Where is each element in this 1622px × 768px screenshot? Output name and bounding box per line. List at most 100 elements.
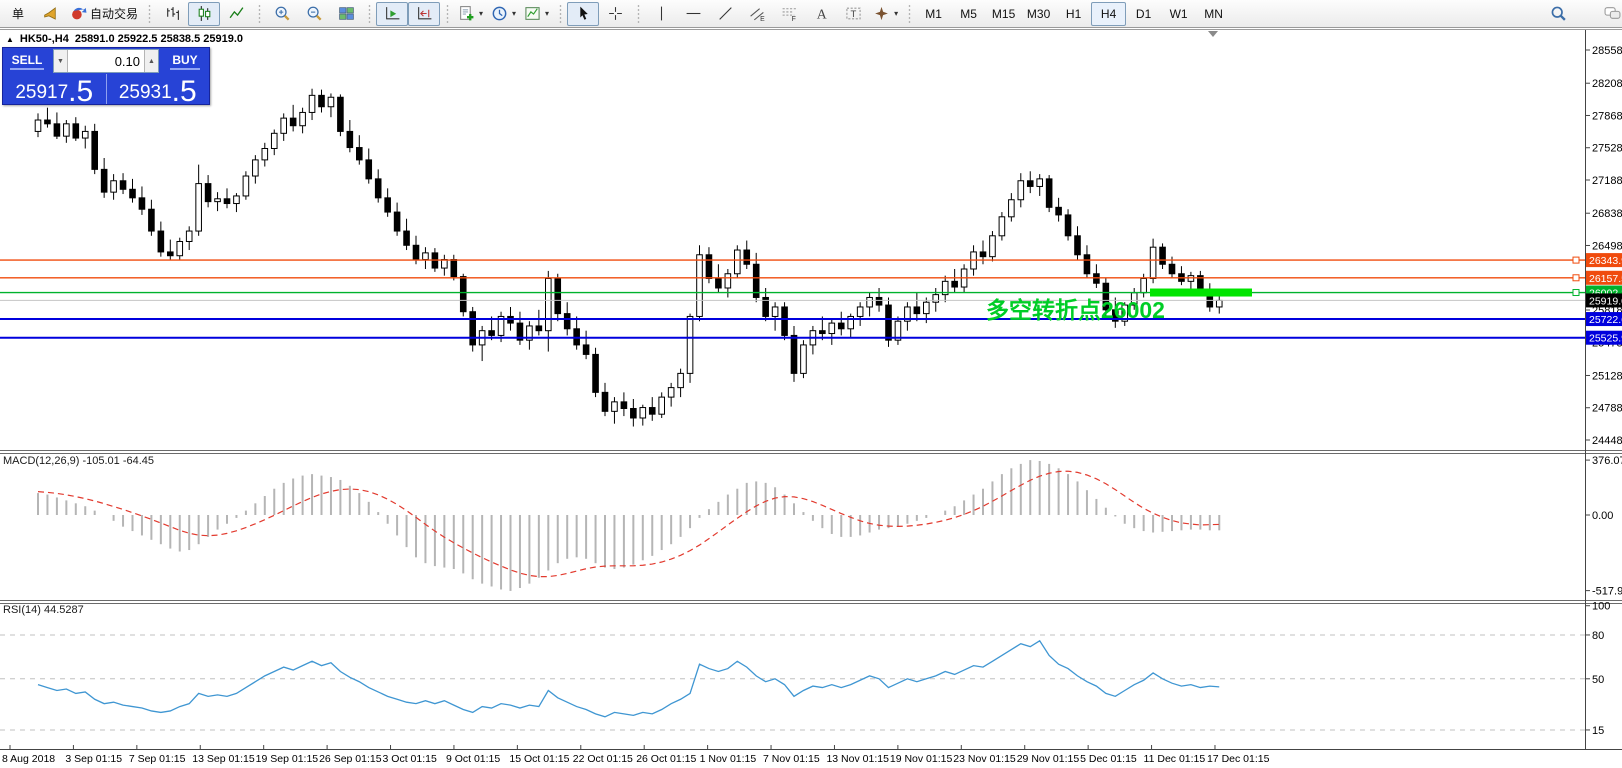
macd-pane: 376.070.00-517.93 [38,455,1622,598]
indicators-dropdown-icon[interactable]: ▾ [479,9,483,18]
toolbar-separator [147,5,152,23]
text-icon: A [813,5,830,22]
fibonacci-button[interactable]: F [773,2,805,26]
text-button[interactable]: A [805,2,837,26]
line-chart-icon [228,5,245,22]
periods-dropdown-icon[interactable]: ▾ [512,9,516,18]
tf-H1-button[interactable]: H1 [1056,2,1091,26]
shift-marker-icon[interactable] [1208,31,1218,37]
chat-icon [1604,5,1621,22]
trendline-button[interactable] [709,2,741,26]
tf-M15-label: M15 [992,7,1015,21]
tf-MN-button[interactable]: MN [1196,2,1231,26]
bar-chart-button[interactable] [156,2,188,26]
bar-chart-icon [164,5,181,22]
templates-button[interactable]: ▾ [520,2,553,26]
search-button[interactable] [1542,2,1574,26]
volume-input[interactable]: 0.10 [68,50,144,72]
candles [35,89,1222,427]
svg-text:11 Dec 01:15: 11 Dec 01:15 [1144,753,1206,765]
new-order-button[interactable]: 单 [2,2,34,26]
vertical-line-button[interactable] [645,2,677,26]
alert-horn-icon [42,5,59,22]
toolbar-separator [367,5,372,23]
chart-shift-button[interactable] [408,2,440,26]
arrows-dropdown-icon[interactable]: ▾ [894,9,898,18]
tf-W1-button[interactable]: W1 [1161,2,1196,26]
autotrading-icon [70,5,87,22]
one-click-trade-panel: SELL ▼ 0.10 ▲ BUY 25917.5 25931.5 [2,47,210,105]
toolbar-separator [636,5,641,23]
svg-text:A: A [816,6,826,21]
macd-indicator-label: MACD(12,26,9) -105.01 -64.45 [3,455,154,467]
cursor-button[interactable] [567,2,599,26]
svg-text:7 Sep 01:15: 7 Sep 01:15 [129,753,186,765]
templates-dropdown-icon[interactable]: ▾ [545,9,549,18]
line-chart-button[interactable] [220,2,252,26]
svg-text:25722.6: 25722.6 [1589,314,1622,326]
equidistant-channel-icon: E [749,5,766,22]
chart-canvas[interactable]: 28558.028208.027868.027528.027188.026838… [0,0,1622,768]
tf-M15-button[interactable]: M15 [986,2,1021,26]
tf-M1-label: M1 [925,7,942,21]
sell-button[interactable]: SELL [3,48,51,74]
text-label-button[interactable]: T [837,2,869,26]
indicators-button[interactable]: ▾ [454,2,487,26]
volume-up-button[interactable]: ▲ [144,50,158,72]
toolbar-separator [558,5,563,23]
alert-horn-button[interactable] [34,2,66,26]
buy-button[interactable]: BUY [161,48,209,74]
vertical-line-icon [653,5,670,22]
svg-text:8 Aug 2018: 8 Aug 2018 [2,753,55,765]
tf-M30-button[interactable]: M30 [1021,2,1056,26]
svg-text:15 Oct 01:15: 15 Oct 01:15 [509,753,569,765]
chart-title: ▲ HK50-,H4 25891.0 25922.5 25838.5 25919… [6,33,243,45]
tf-H4-button[interactable]: H4 [1091,2,1126,26]
tf-M5-button[interactable]: M5 [951,2,986,26]
svg-text:26 Oct 01:15: 26 Oct 01:15 [636,753,696,765]
date-axis[interactable]: 8 Aug 20183 Sep 01:157 Sep 01:1513 Sep 0… [2,745,1270,765]
candlestick-chart-icon [196,5,213,22]
volume-down-button[interactable]: ▼ [54,50,68,72]
zoom-out-icon [306,5,323,22]
tile-windows-button[interactable] [330,2,362,26]
arrows-button[interactable]: ▾ [869,2,902,26]
svg-text:24448.0: 24448.0 [1592,435,1622,447]
svg-text:25128.0: 25128.0 [1592,370,1622,382]
svg-text:-517.93: -517.93 [1592,586,1622,598]
line-handle[interactable] [1573,257,1579,263]
auto-scroll-icon [384,5,401,22]
tf-M1-button[interactable]: M1 [916,2,951,26]
autotrading-button[interactable]: 自动交易 [66,2,142,26]
svg-text:27188.0: 27188.0 [1592,175,1622,187]
search-icon [1550,5,1567,22]
collapse-icon[interactable]: ▲ [6,35,14,44]
svg-text:5 Dec 01:15: 5 Dec 01:15 [1080,753,1137,765]
zoom-out-button[interactable] [298,2,330,26]
svg-text:9 Oct 01:15: 9 Oct 01:15 [446,753,500,765]
horizontal-lines[interactable] [0,257,1585,338]
buy-price[interactable]: 25931.5 [107,74,210,104]
horizontal-line-button[interactable] [677,2,709,26]
svg-text:24788.0: 24788.0 [1592,403,1622,415]
tf-W1-label: W1 [1170,7,1188,21]
line-handle[interactable] [1573,275,1579,281]
price-axis[interactable]: 28558.028208.027868.027528.027188.026838… [1585,45,1622,447]
chat-button[interactable] [1596,2,1622,26]
tf-H4-label: H4 [1101,7,1116,21]
candlestick-chart-button[interactable] [188,2,220,26]
crosshair-button[interactable] [599,2,631,26]
toolbar-separator [445,5,450,23]
line-handle[interactable] [1573,290,1579,296]
equidistant-channel-button[interactable]: E [741,2,773,26]
svg-text:0.00: 0.00 [1592,510,1613,522]
chart-shift-icon [416,5,433,22]
sell-price[interactable]: 25917.5 [3,74,107,104]
auto-scroll-button[interactable] [376,2,408,26]
periods-button[interactable]: ▾ [487,2,520,26]
tf-H1-label: H1 [1066,7,1081,21]
zoom-in-button[interactable] [266,2,298,26]
svg-text:7 Nov 01:15: 7 Nov 01:15 [763,753,820,765]
tf-D1-button[interactable]: D1 [1126,2,1161,26]
highlight-segment[interactable] [1150,289,1252,297]
